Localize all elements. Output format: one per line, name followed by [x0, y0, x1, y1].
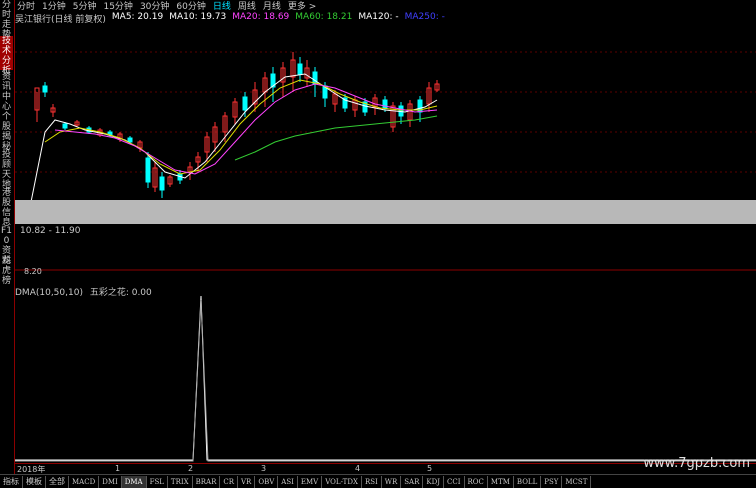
indicator-tab[interactable]: VOL-TDX [322, 475, 362, 488]
period-tab[interactable]: 1分钟 [42, 0, 66, 12]
indicator-tab[interactable]: OBV [255, 475, 279, 488]
volume-label: 8.20 [24, 267, 42, 276]
dma-ama-line [15, 299, 756, 462]
sidebar-item[interactable]: 资讯中心 [0, 72, 13, 112]
period-tab[interactable]: 月线 [263, 0, 281, 12]
ma5-line [29, 73, 438, 208]
ma10-line [44, 79, 438, 175]
sidebar-item[interactable]: 龙虎榜 [0, 256, 13, 286]
candle-body [62, 123, 68, 129]
period-tab[interactable]: 日线 [213, 0, 231, 12]
period-tab[interactable]: 周线 [238, 0, 256, 12]
indicator-tab[interactable]: MTM [488, 475, 514, 488]
indicator-tab[interactable]: KDJ [423, 475, 445, 488]
date-tick: 4 [355, 464, 361, 473]
indicator-tab[interactable]: 指标 [0, 475, 23, 488]
candle-body [42, 85, 48, 93]
indicator-tab[interactable]: VR [238, 475, 256, 488]
period-tab[interactable]: 60分钟 [176, 0, 205, 12]
indicator-tab[interactable]: PSY [541, 475, 563, 488]
indicator-tabs: 指标 模板 全部 MACD DMI DMA FSL TRIX BRAR CR VR OBV ASI EMV… [0, 474, 756, 488]
candlestick-chart[interactable] [15, 12, 756, 282]
indicator-tab[interactable]: MACD [69, 475, 100, 488]
period-selector: 分时 1分钟 5分钟 15分钟 30分钟 60分钟 日线 周线 月线 更多 > [15, 0, 756, 12]
date-tick: 5 [427, 464, 433, 473]
indicator-tab[interactable]: EMV [298, 475, 323, 488]
period-tab[interactable]: 分时 [17, 0, 35, 12]
gray-overlay-band [15, 200, 756, 224]
indicator-tab[interactable]: RSI [362, 475, 382, 488]
indicator-tab[interactable]: 全部 [46, 475, 69, 488]
sidebar-item[interactable]: 港股信息 [0, 188, 13, 228]
sidebar-item[interactable]: 个股揭秘 [0, 112, 13, 152]
candle-body [242, 96, 248, 111]
dma-line [15, 295, 756, 461]
indicator-tab[interactable]: DMI [99, 475, 122, 488]
candle-body [159, 176, 165, 191]
indicator-tab[interactable]: FSL [147, 475, 168, 488]
date-tick: 2 [188, 464, 194, 473]
indicator-tab[interactable]: TRIX [168, 475, 193, 488]
watermark: www.7gpzb.com [643, 456, 750, 471]
period-tab[interactable]: 5分钟 [73, 0, 97, 12]
indicator-tab[interactable]: 模板 [23, 475, 46, 488]
sidebar-item[interactable]: F10资料 [0, 226, 13, 266]
candle-body [297, 63, 303, 75]
candle-body [312, 71, 318, 85]
left-sidebar: 分时走势 技术分析 资讯中心 个股揭秘 投顾天地 港股信息 F10资料 龙虎榜 [0, 0, 15, 487]
indicator-tab[interactable]: ROC [465, 475, 488, 488]
indicator-tab[interactable]: BRAR [193, 475, 221, 488]
candle-body [127, 137, 133, 143]
indicator-tab[interactable]: MCST [562, 475, 592, 488]
indicator-tab[interactable]: WR [382, 475, 402, 488]
ma60-line [234, 115, 438, 161]
date-tick: 3 [261, 464, 267, 473]
dma-indicator-chart[interactable] [15, 292, 756, 462]
sidebar-item[interactable]: 投顾天地 [0, 150, 13, 190]
candle-body [145, 157, 151, 183]
sidebar-item[interactable]: 技术分析 [0, 36, 13, 76]
period-tab[interactable]: 更多 > [288, 0, 316, 12]
candle-body [382, 99, 388, 109]
indicator-tab[interactable]: BOLL [514, 475, 542, 488]
date-tick: 1 [115, 464, 121, 473]
price-range-label: 10.82 - 11.90 [20, 226, 81, 236]
period-tab[interactable]: 15分钟 [103, 0, 132, 12]
sidebar-item[interactable]: 分时走势 [0, 0, 13, 40]
indicator-tab[interactable]: CR [220, 475, 238, 488]
indicator-tab[interactable]: DMA [121, 475, 147, 488]
indicator-tab[interactable]: SAR [401, 475, 424, 488]
indicator-tab[interactable]: CCI [444, 475, 465, 488]
period-tab[interactable]: 30分钟 [140, 0, 169, 12]
indicator-tab[interactable]: ASI [278, 475, 298, 488]
